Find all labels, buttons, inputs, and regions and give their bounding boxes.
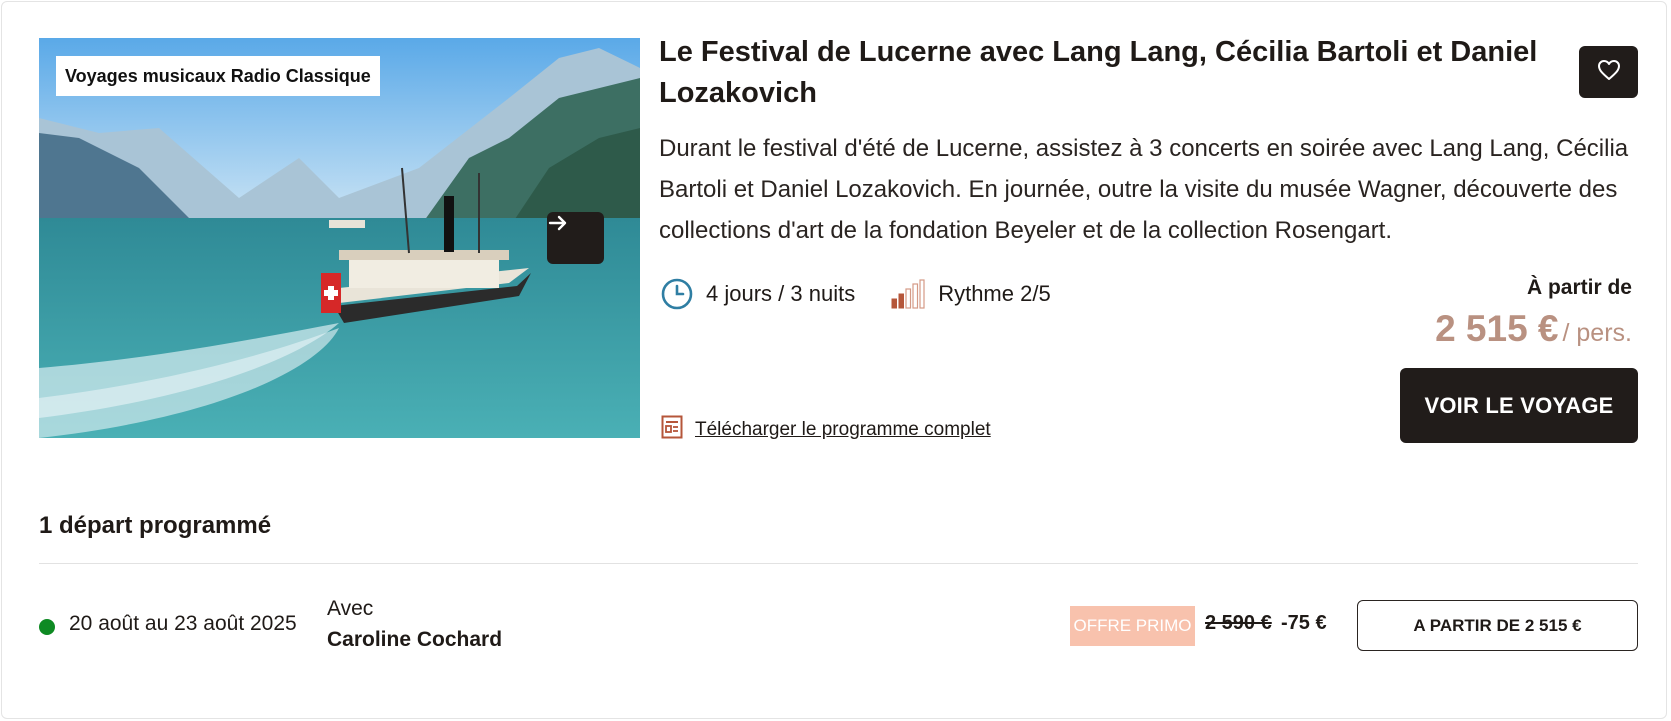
old-price: 2 590 € — [1205, 612, 1272, 634]
guide-name: Caroline Cochard — [327, 628, 503, 651]
next-image-button[interactable] — [547, 212, 604, 264]
download-program-link[interactable]: Télécharger le programme complet — [661, 415, 991, 445]
trip-title[interactable]: Le Festival de Lucerne avec Lang Lang, C… — [659, 32, 1539, 114]
departure-dates: 20 août au 23 août 2025 — [69, 612, 297, 635]
rhythm-bars-icon — [891, 279, 925, 309]
price-row: 2 515 € / pers. — [1435, 308, 1632, 350]
offer-badge: OFFRE PRIMO — [1070, 606, 1195, 646]
duration-label: 4 jours / 3 nuits — [706, 281, 856, 306]
rhythm-label: Rythme 2/5 — [938, 281, 1051, 306]
departure-price-button[interactable]: A PARTIR DE 2 515 € — [1357, 600, 1638, 651]
with-label: Avec — [327, 597, 374, 620]
trip-description: Durant le festival d'été de Lucerne, ass… — [659, 135, 1629, 244]
trip-image[interactable]: Voyages musicaux Radio Classique — [39, 38, 640, 438]
departure-row: 20 août au 23 août 2025 Avec Caroline Co… — [39, 592, 1638, 662]
rhythm: Rythme 2/5 — [891, 279, 1051, 309]
availability-status-dot — [39, 619, 55, 635]
document-icon — [661, 415, 683, 445]
category-tag: Voyages musicaux Radio Classique — [56, 56, 380, 96]
view-trip-button[interactable]: VOIR LE VOYAGE — [1400, 368, 1638, 443]
trip-card: Voyages musicaux Radio Classique Le Fest… — [1, 1, 1667, 719]
per-person-label: / pers. — [1562, 319, 1632, 347]
duration: 4 jours / 3 nuits — [661, 278, 855, 310]
from-label: À partir de — [1526, 276, 1632, 299]
divider — [39, 563, 1638, 564]
clock-icon — [661, 278, 693, 310]
trip-meta: 4 jours / 3 nuits Rythme 2/5 — [661, 274, 1051, 314]
discount-amount: -75 € — [1281, 612, 1327, 634]
price: 2 515 € — [1435, 308, 1559, 349]
favorite-button[interactable] — [1579, 46, 1638, 98]
price-block: À partir de 2 515 € / pers. — [1435, 274, 1632, 350]
departures-heading: 1 départ programmé — [39, 512, 272, 539]
download-program-label: Télécharger le programme complet — [695, 419, 991, 440]
heart-icon — [1597, 59, 1621, 86]
